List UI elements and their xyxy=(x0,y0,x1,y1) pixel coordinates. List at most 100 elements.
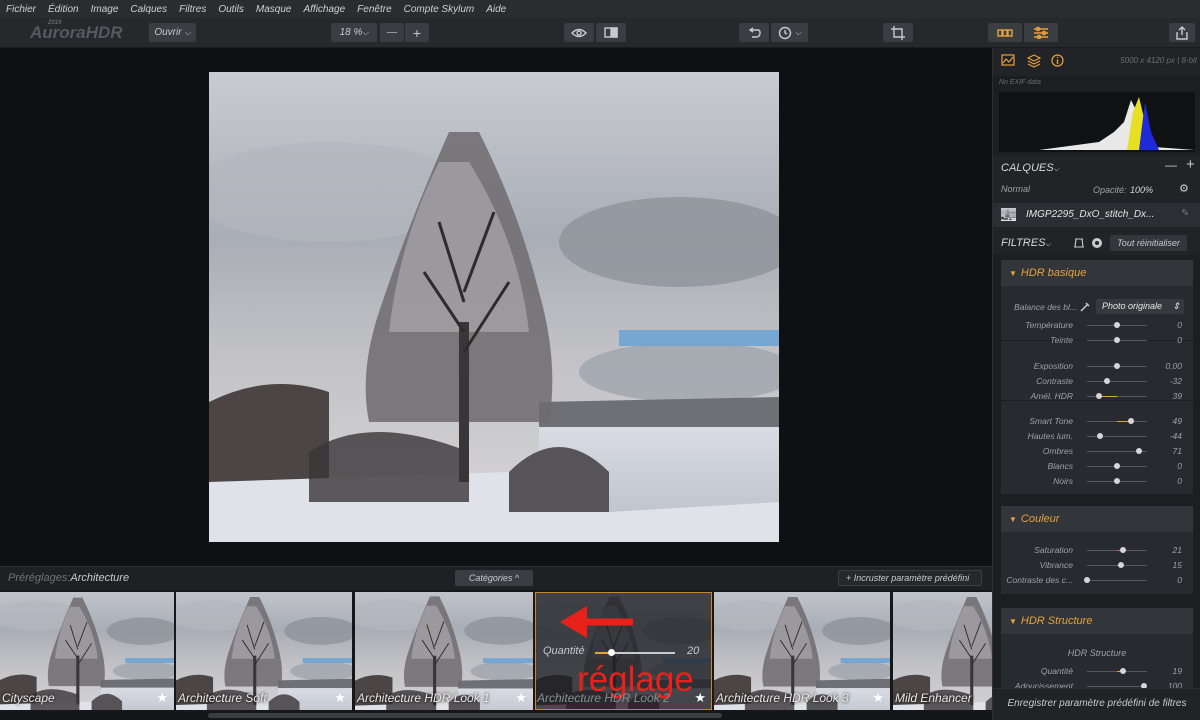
menu-item-8[interactable]: Fenêtre xyxy=(351,4,397,15)
slider-track[interactable] xyxy=(1087,418,1147,424)
layer-row[interactable]: IMGP2295_DxO_stitch_Dx... ✎ xyxy=(993,203,1200,227)
mask-icon[interactable] xyxy=(1073,237,1085,249)
star-icon[interactable]: ★ xyxy=(156,690,168,706)
share-button[interactable] xyxy=(1169,23,1195,42)
slider-knob[interactable] xyxy=(1128,418,1135,424)
slider-label: Noirs xyxy=(1053,476,1073,486)
compare-button[interactable] xyxy=(596,23,626,42)
preset-thumb-mild-enhancer[interactable]: Mild Enhancer xyxy=(893,592,992,710)
crop-button[interactable] xyxy=(883,23,913,42)
remove-layer-button[interactable]: — xyxy=(1165,158,1177,172)
slider-track[interactable] xyxy=(1087,668,1147,674)
menu-item-2[interactable]: Image xyxy=(85,4,125,15)
image-canvas[interactable] xyxy=(0,48,992,566)
menu-item-3[interactable]: Calques xyxy=(124,4,173,15)
menu-item-1[interactable]: Édition xyxy=(42,4,85,15)
slider-track[interactable] xyxy=(1087,378,1147,384)
hdr-basic-header[interactable]: ▼ HDR basique xyxy=(1001,260,1193,286)
slider-knob[interactable] xyxy=(1104,378,1111,384)
slider-track[interactable] xyxy=(1087,433,1147,439)
slider-track[interactable] xyxy=(1087,363,1147,369)
categories-button[interactable]: Catégories ^ xyxy=(455,570,533,586)
slider-label: Saturation xyxy=(1034,545,1073,555)
zoom-select[interactable]: 18 % ⌵ xyxy=(331,23,377,42)
slider-knob[interactable] xyxy=(1097,433,1104,439)
couleur-header[interactable]: ▼ Couleur xyxy=(1001,506,1193,532)
presets-view-button[interactable] xyxy=(988,23,1022,42)
slider-knob[interactable] xyxy=(1114,478,1120,484)
white-balance-row: Balance des bl... Photo originale ⇕ xyxy=(1001,297,1193,317)
adjustments-view-button[interactable] xyxy=(1024,23,1058,42)
brush-icon[interactable]: ✎ xyxy=(1181,208,1189,219)
slider-label: Amél. HDR xyxy=(1030,391,1073,401)
preset-thumb-architecture-soft[interactable]: Architecture Soft ★ xyxy=(176,592,352,710)
incrust-preset-button[interactable]: + Incruster paramètre prédéfini xyxy=(838,570,982,586)
preset-thumb-architecture-hdr-look-1[interactable]: Architecture HDR Look 1 ★ xyxy=(355,592,533,710)
slider-track[interactable] xyxy=(1087,393,1147,399)
preview-button[interactable] xyxy=(564,23,594,42)
history-button[interactable]: ⌵ xyxy=(771,23,808,42)
layers-tab-icon[interactable] xyxy=(1027,54,1041,68)
zoom-in-button[interactable]: + xyxy=(405,23,429,42)
open-button[interactable]: Ouvrir ⌵ xyxy=(149,23,196,42)
slider-knob[interactable] xyxy=(1135,448,1142,454)
presets-scrollbar[interactable] xyxy=(0,712,992,720)
slider-knob[interactable] xyxy=(1114,363,1120,369)
filter-settings-icon[interactable] xyxy=(1091,237,1103,249)
amount-slider[interactable] xyxy=(595,649,675,656)
add-layer-button[interactable]: + xyxy=(1186,156,1195,173)
slider-track[interactable] xyxy=(1087,337,1147,343)
menu-item-0[interactable]: Fichier xyxy=(0,4,42,15)
slider-knob[interactable] xyxy=(1120,668,1126,674)
preset-thumb-architecture-hdr-look-2[interactable]: Quantité 20 réglage Architecture HDR Loo… xyxy=(535,592,712,710)
zoom-out-button[interactable]: — xyxy=(380,23,404,42)
layers-title[interactable]: CALQUES⌵ xyxy=(1001,162,1059,174)
blend-mode-select[interactable]: Normal xyxy=(1001,184,1030,194)
menu-item-7[interactable]: Affichage xyxy=(297,4,351,15)
slider-knob[interactable] xyxy=(1114,322,1120,328)
reset-all-button[interactable]: Tout réinitialiser xyxy=(1110,235,1187,251)
histogram-tab-icon[interactable] xyxy=(1001,54,1015,66)
white-balance-select[interactable]: Photo originale ⇕ xyxy=(1096,299,1184,314)
slider-knob[interactable] xyxy=(1114,463,1120,469)
slider-track[interactable] xyxy=(1087,562,1147,568)
star-icon[interactable]: ★ xyxy=(334,690,346,706)
save-preset-button[interactable]: Enregistrer paramètre prédéfini de filtr… xyxy=(993,688,1200,720)
gear-icon[interactable]: ⚙ xyxy=(1179,182,1189,195)
preset-label: Architecture Soft xyxy=(178,691,267,705)
slider-track[interactable] xyxy=(1087,448,1147,454)
star-icon[interactable]: ★ xyxy=(872,690,884,706)
scrollbar-thumb[interactable] xyxy=(208,713,722,718)
menu-item-9[interactable]: Compte Skylum xyxy=(398,4,481,15)
chevron-down-icon: ⌵ xyxy=(184,27,191,37)
slider-knob[interactable] xyxy=(1096,393,1102,399)
hdr-structure-header[interactable]: ▼ HDR Structure xyxy=(1001,608,1193,634)
slider-track[interactable] xyxy=(1084,577,1147,583)
filters-title[interactable]: FILTRES⌵ xyxy=(1001,237,1051,249)
slider-knob[interactable] xyxy=(1114,337,1120,343)
slider-track[interactable] xyxy=(1087,322,1147,328)
menu-item-6[interactable]: Masque xyxy=(250,4,298,15)
slider-knob[interactable] xyxy=(1118,562,1125,568)
menu-item-4[interactable]: Filtres xyxy=(173,4,212,15)
panel-tabs: 5000 x 4120 px | 8-bit xyxy=(993,48,1200,76)
slider-track[interactable] xyxy=(1087,683,1147,689)
slider-track[interactable] xyxy=(1087,463,1147,469)
slider-track[interactable] xyxy=(1087,478,1147,484)
menu-item-10[interactable]: Aide xyxy=(480,4,512,15)
preset-thumb-cityscape[interactable]: Cityscape ★ xyxy=(0,592,174,710)
amount-slider-knob[interactable] xyxy=(608,649,615,656)
info-tab-icon[interactable] xyxy=(1051,54,1064,67)
slider-value: 0 xyxy=(1177,461,1182,471)
slider-knob[interactable] xyxy=(1084,577,1090,583)
preset-thumb-architecture-hdr-look-3[interactable]: Architecture HDR Look 3 ★ xyxy=(714,592,890,710)
slider-value: 0 xyxy=(1177,476,1182,486)
undo-button[interactable] xyxy=(739,23,769,42)
slider-track[interactable] xyxy=(1087,547,1147,553)
star-icon[interactable]: ★ xyxy=(515,690,527,706)
slider-knob[interactable] xyxy=(1120,547,1126,553)
opacity-value[interactable]: 100% xyxy=(1130,185,1153,195)
eyedropper-icon[interactable] xyxy=(1080,302,1090,312)
menu-item-5[interactable]: Outils xyxy=(212,4,250,15)
star-icon[interactable]: ★ xyxy=(694,690,706,706)
